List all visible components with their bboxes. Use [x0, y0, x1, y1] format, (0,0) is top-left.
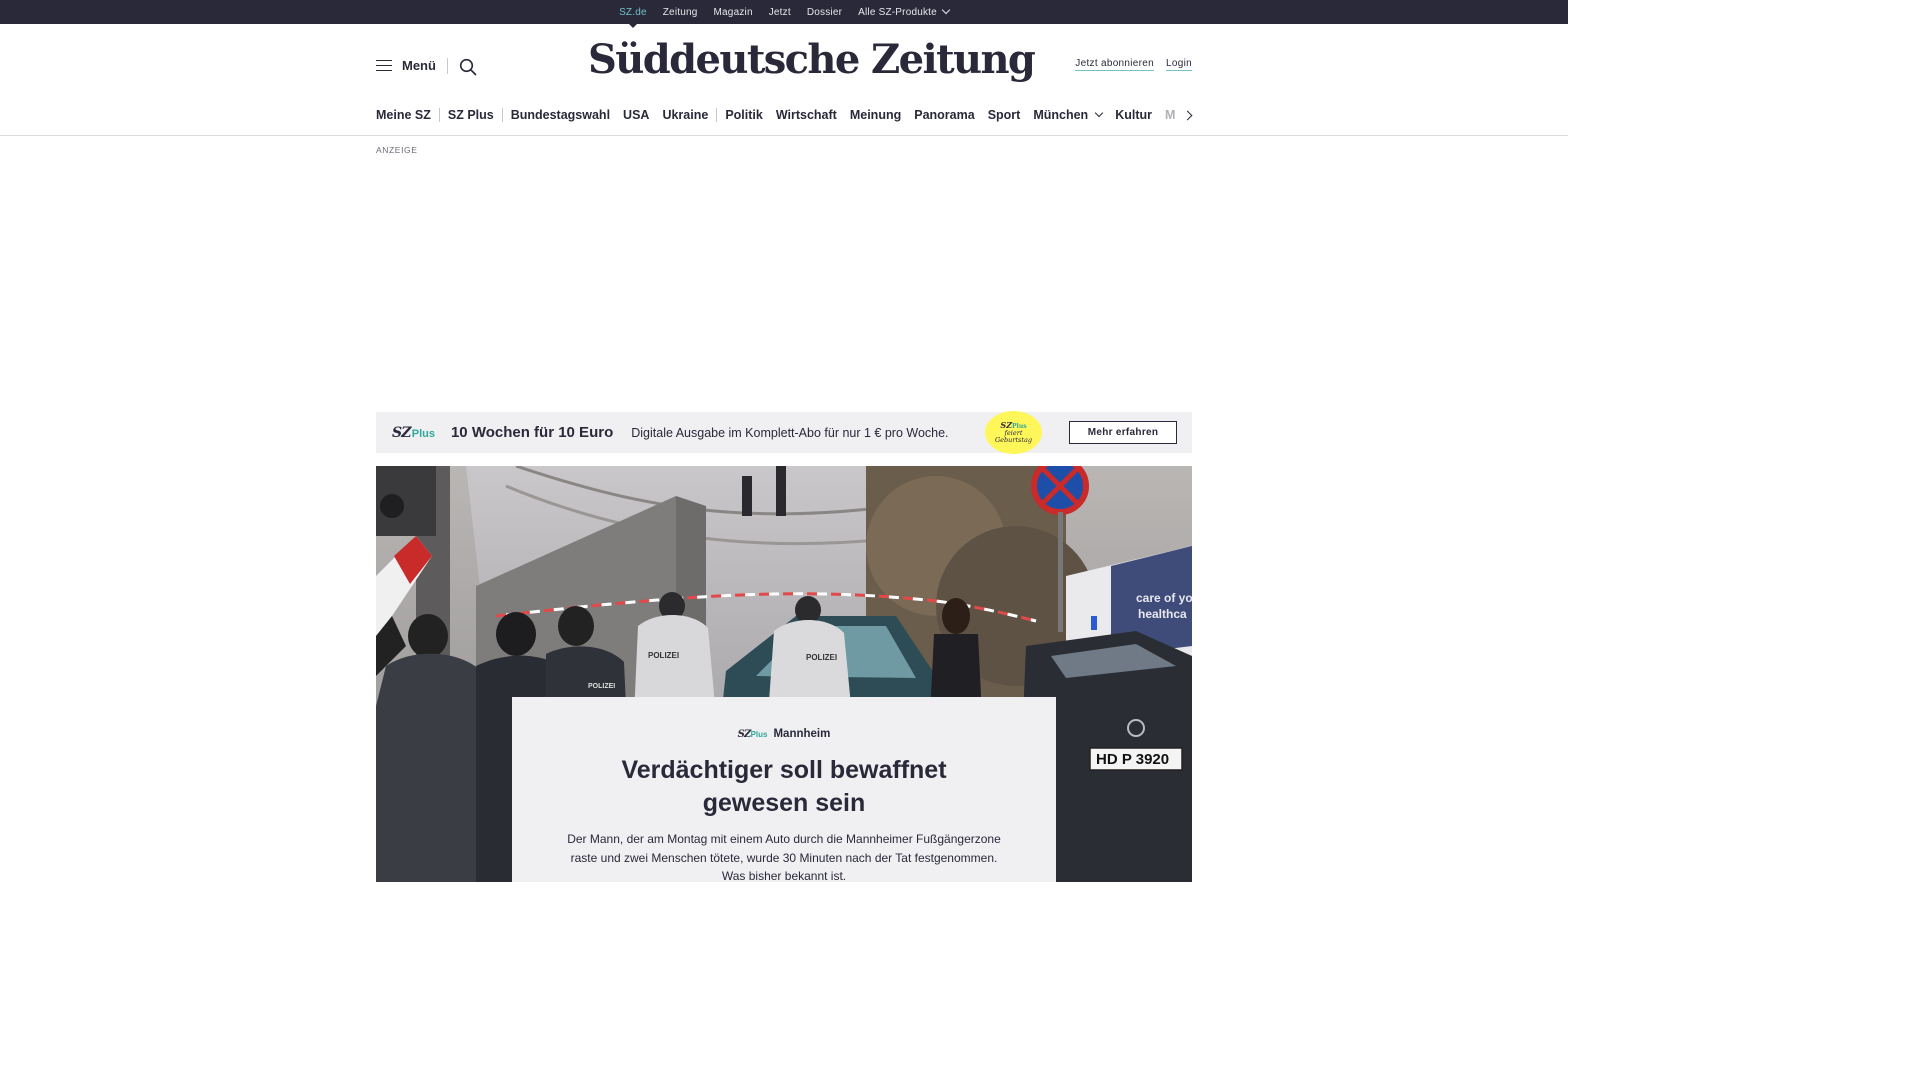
- site-header: Menü Süddeutsche Zeitung Jetzt abonniere…: [376, 24, 1192, 110]
- topbar-link-sz-de[interactable]: SZ.de: [619, 7, 647, 28]
- vest-text-2: POLIZEI: [806, 653, 837, 662]
- kicker-plus-text: Plus: [750, 730, 768, 739]
- search-icon[interactable]: [459, 58, 477, 76]
- nav-item-kultur[interactable]: Kultur: [1115, 108, 1152, 122]
- mehr-erfahren-button[interactable]: Mehr erfahren: [1069, 421, 1177, 444]
- article-kicker: SZPlus Mannheim: [512, 724, 1056, 742]
- topbar-link-dossier[interactable]: Dossier: [807, 7, 842, 18]
- chevron-down-icon: [1094, 108, 1104, 118]
- vest-text-3: POLIZEI: [588, 683, 615, 690]
- nav-item-bundestagswahl[interactable]: Bundestagswahl: [511, 108, 610, 122]
- menu-label: Menü: [402, 58, 436, 73]
- kicker-sz-text: SZ: [737, 729, 752, 740]
- promo-subline: Digitale Ausgabe im Komplett-Abo für nur…: [631, 425, 949, 440]
- header-divider: [447, 58, 448, 74]
- article-headline[interactable]: Verdächtiger soll bewaffnet gewesen sein: [574, 754, 994, 820]
- birthday-badge: SZPlus feiert Geburtstag: [985, 411, 1042, 454]
- topbar-link-alle-produkte[interactable]: Alle SZ-Produkte: [858, 5, 951, 18]
- badge-line-2: Geburtstag: [994, 436, 1033, 444]
- nav-item-wirtschaft[interactable]: Wirtschaft: [776, 108, 837, 122]
- promo-headline: 10 Wochen für 10 Euro: [450, 424, 614, 441]
- top-product-bar: SZ.de Zeitung Magazin Jetzt Dossier Alle…: [0, 0, 1568, 28]
- nav-item-muenchen[interactable]: München: [1033, 108, 1104, 122]
- article-teaser-text: Der Mann, der am Montag mit einem Auto d…: [567, 832, 1001, 883]
- account-links: Jetzt abonnieren Login: [1075, 58, 1192, 71]
- chevron-right-icon: [1182, 110, 1193, 120]
- nav-item-politik[interactable]: Politik: [725, 108, 763, 122]
- license-plate-text: HD P 3920: [1096, 751, 1169, 768]
- kicker-sz-plus-logo: SZPlus: [738, 724, 768, 742]
- ad-label: ANZEIGE: [376, 145, 418, 155]
- van-text-2: healthca: [1138, 607, 1187, 621]
- main-navigation: Meine SZ SZ Plus Bundestagswahl USA Ukra…: [376, 104, 1192, 126]
- nav-item-ukraine[interactable]: Ukraine: [662, 108, 708, 122]
- topbar-link-zeitung[interactable]: Zeitung: [663, 7, 698, 18]
- plus-logo-text: Plus: [411, 427, 435, 440]
- nav-item-muenchen-label: München: [1033, 108, 1089, 122]
- lead-article-teaser[interactable]: SZPlus Mannheim Verdächtiger soll bewaff…: [512, 697, 1056, 883]
- header-divider-line: [0, 135, 1568, 136]
- nav-separator: [501, 108, 503, 122]
- nav-item-meinung[interactable]: Meinung: [850, 108, 901, 122]
- kicker-location: Mannheim: [773, 728, 831, 740]
- nav-item-sport[interactable]: Sport: [988, 108, 1021, 122]
- site-logo[interactable]: Süddeutsche Zeitung: [588, 36, 1036, 83]
- menu-button[interactable]: Menü: [376, 58, 436, 73]
- hamburger-icon: [376, 59, 392, 72]
- nav-item-sz-plus[interactable]: SZ Plus: [448, 108, 494, 122]
- nav-item-meine-sz[interactable]: Meine SZ: [376, 108, 431, 122]
- sz-plus-logo: SZ Plus: [392, 425, 435, 441]
- nav-separator: [716, 108, 718, 122]
- chevron-down-icon: [941, 5, 951, 15]
- topbar-link-jetzt[interactable]: Jetzt: [769, 7, 791, 18]
- nav-separator: [438, 108, 440, 122]
- nav-item-panorama[interactable]: Panorama: [914, 108, 974, 122]
- nav-item-usa[interactable]: USA: [623, 108, 649, 122]
- topbar-link-magazin[interactable]: Magazin: [714, 7, 753, 18]
- van-text-1: care of yo: [1136, 591, 1192, 605]
- login-link[interactable]: Login: [1166, 58, 1192, 71]
- subscribe-link[interactable]: Jetzt abonnieren: [1075, 58, 1155, 71]
- nav-item-truncated[interactable]: M: [1165, 108, 1175, 122]
- sz-logo-text: SZ: [392, 424, 412, 441]
- nav-scroll-right-button[interactable]: [1178, 104, 1200, 126]
- topbar-link-alle-produkte-label: Alle SZ-Produkte: [858, 6, 937, 18]
- vest-text-1: POLIZEI: [648, 651, 679, 660]
